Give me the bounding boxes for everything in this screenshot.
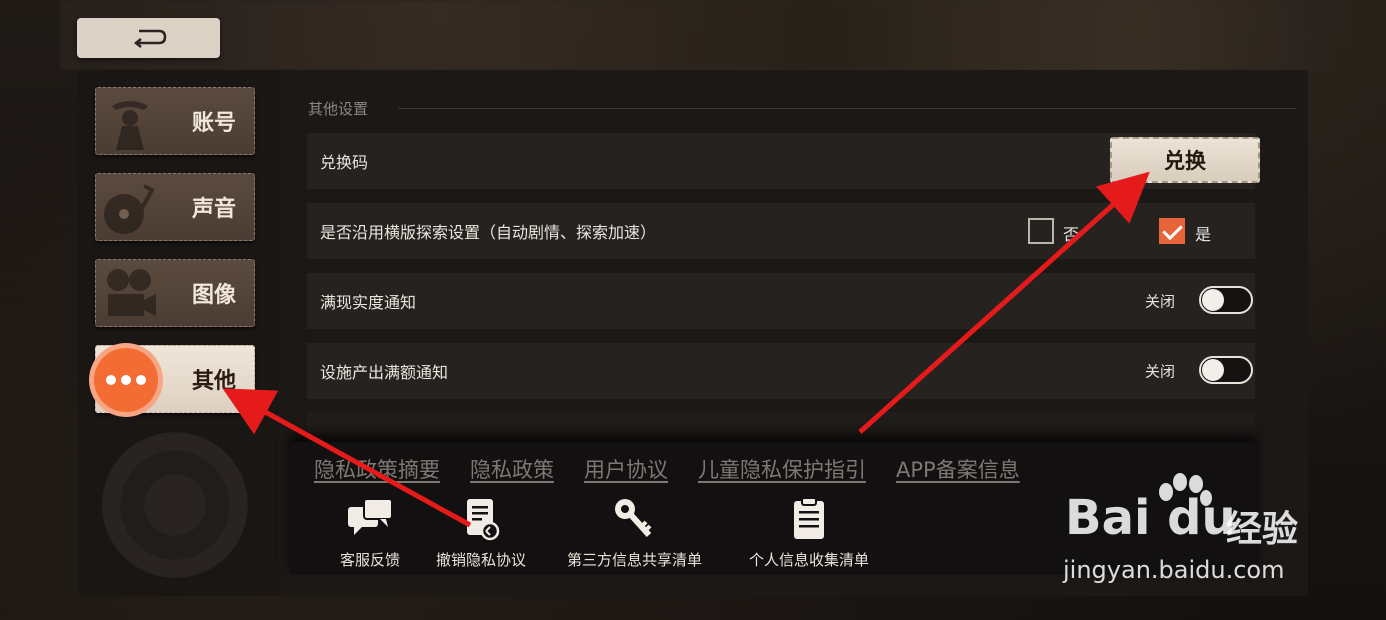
policy-links: 隐私政策摘要 隐私政策 用户协议 儿童隐私保护指引 APP备案信息 (314, 454, 1020, 484)
redeem-label: 兑换码 (320, 153, 369, 172)
third-party-sharing-button[interactable]: 第三方信息共享清单 (567, 497, 702, 570)
link-privacy-summary[interactable]: 隐私政策摘要 (314, 454, 440, 484)
notify-full-label: 满现实度通知 (320, 293, 417, 312)
top-banner-strip (60, 0, 1330, 70)
scrolled-row-partial (307, 412, 1255, 442)
tab-image-label: 图像 (191, 283, 236, 308)
link-user-agreement[interactable]: 用户协议 (584, 454, 668, 484)
revoke-privacy-label: 撤销隐私协议 (436, 551, 527, 569)
watermark-logo: Bai du (1065, 490, 1236, 546)
tab-other-label: 其他 (191, 369, 236, 394)
back-arrow-icon (133, 29, 166, 48)
chat-bubbles-icon (348, 498, 393, 535)
customer-feedback-label: 客服反馈 (340, 551, 401, 569)
notify-facility-state: 关闭 (1144, 362, 1175, 381)
customer-feedback-button[interactable]: 客服反馈 (340, 497, 400, 570)
notify-full-state: 关闭 (1144, 292, 1175, 311)
tab-sound[interactable]: 声音 (95, 173, 255, 241)
link-app-filing[interactable]: APP备案信息 (896, 454, 1020, 484)
check-icon (1162, 219, 1183, 241)
key-icon (614, 499, 651, 538)
option-yes-label: 是 (1195, 225, 1212, 244)
tab-other[interactable]: 其他 (94, 345, 255, 413)
link-child-privacy[interactable]: 儿童隐私保护指引 (698, 454, 866, 484)
notify-full-row: 满现实度通知 关闭 (307, 273, 1255, 329)
film-camera-icon (107, 269, 156, 316)
detective-icon (112, 101, 148, 150)
redeem-button[interactable]: 兑换 (1110, 137, 1260, 183)
more-dots-icon (94, 348, 158, 412)
personal-info-list-label: 个人信息收集清单 (749, 551, 870, 569)
tab-account[interactable]: 账号 (95, 87, 255, 155)
baidu-watermark: Bai du 经验 jingyan.baidu.com (1063, 470, 1308, 590)
link-privacy-policy[interactable]: 隐私政策 (470, 454, 554, 484)
watermark-url: jingyan.baidu.com (1063, 556, 1285, 584)
explore-setting-row: 是否沿用横版探索设置（自动剧情、探索加速） 否 是 (307, 203, 1255, 259)
notify-facility-row: 设施产出满额通知 关闭 (307, 343, 1255, 399)
option-no-label: 否 (1063, 225, 1080, 244)
notify-full-toggle[interactable] (1199, 286, 1253, 314)
notify-facility-toggle[interactable] (1199, 356, 1253, 384)
gear-decoration-icon (90, 420, 260, 590)
notify-facility-label: 设施产出满额通知 (320, 363, 449, 382)
record-player-icon (104, 184, 155, 234)
toggle-knob (1202, 359, 1224, 381)
personal-info-list-button[interactable]: 个人信息收集清单 (749, 497, 869, 570)
revoke-document-icon (467, 499, 500, 541)
clipboard-icon (794, 497, 824, 539)
option-no-checkbox[interactable] (1028, 218, 1054, 244)
revoke-privacy-button[interactable]: 撤销隐私协议 (436, 497, 526, 570)
tab-account-label: 账号 (191, 111, 236, 136)
tab-image[interactable]: 图像 (95, 259, 255, 327)
toggle-knob (1202, 289, 1224, 311)
section-title: 其他设置 (308, 100, 369, 118)
explore-setting-label: 是否沿用横版探索设置（自动剧情、探索加速） (320, 223, 657, 242)
redeem-row: 兑换码 兑换 (307, 133, 1260, 189)
tab-sound-label: 声音 (191, 197, 236, 222)
section-divider (398, 108, 1296, 109)
third-party-sharing-label: 第三方信息共享清单 (567, 551, 703, 569)
option-yes-checkbox[interactable] (1159, 218, 1185, 244)
back-button[interactable] (77, 18, 220, 58)
watermark-cn: 经验 (1226, 509, 1299, 550)
